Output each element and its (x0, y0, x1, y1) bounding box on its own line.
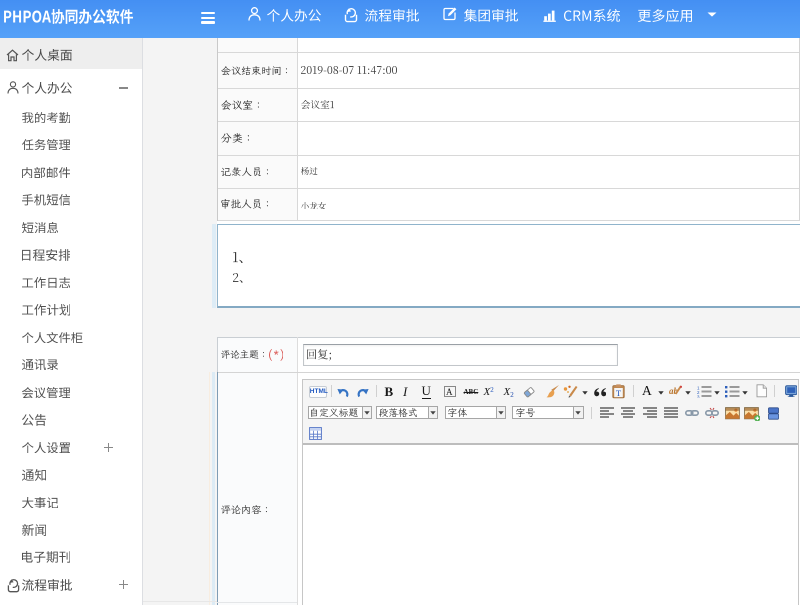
svg-text:T: T (616, 388, 622, 398)
svg-text:3: 3 (697, 395, 700, 399)
